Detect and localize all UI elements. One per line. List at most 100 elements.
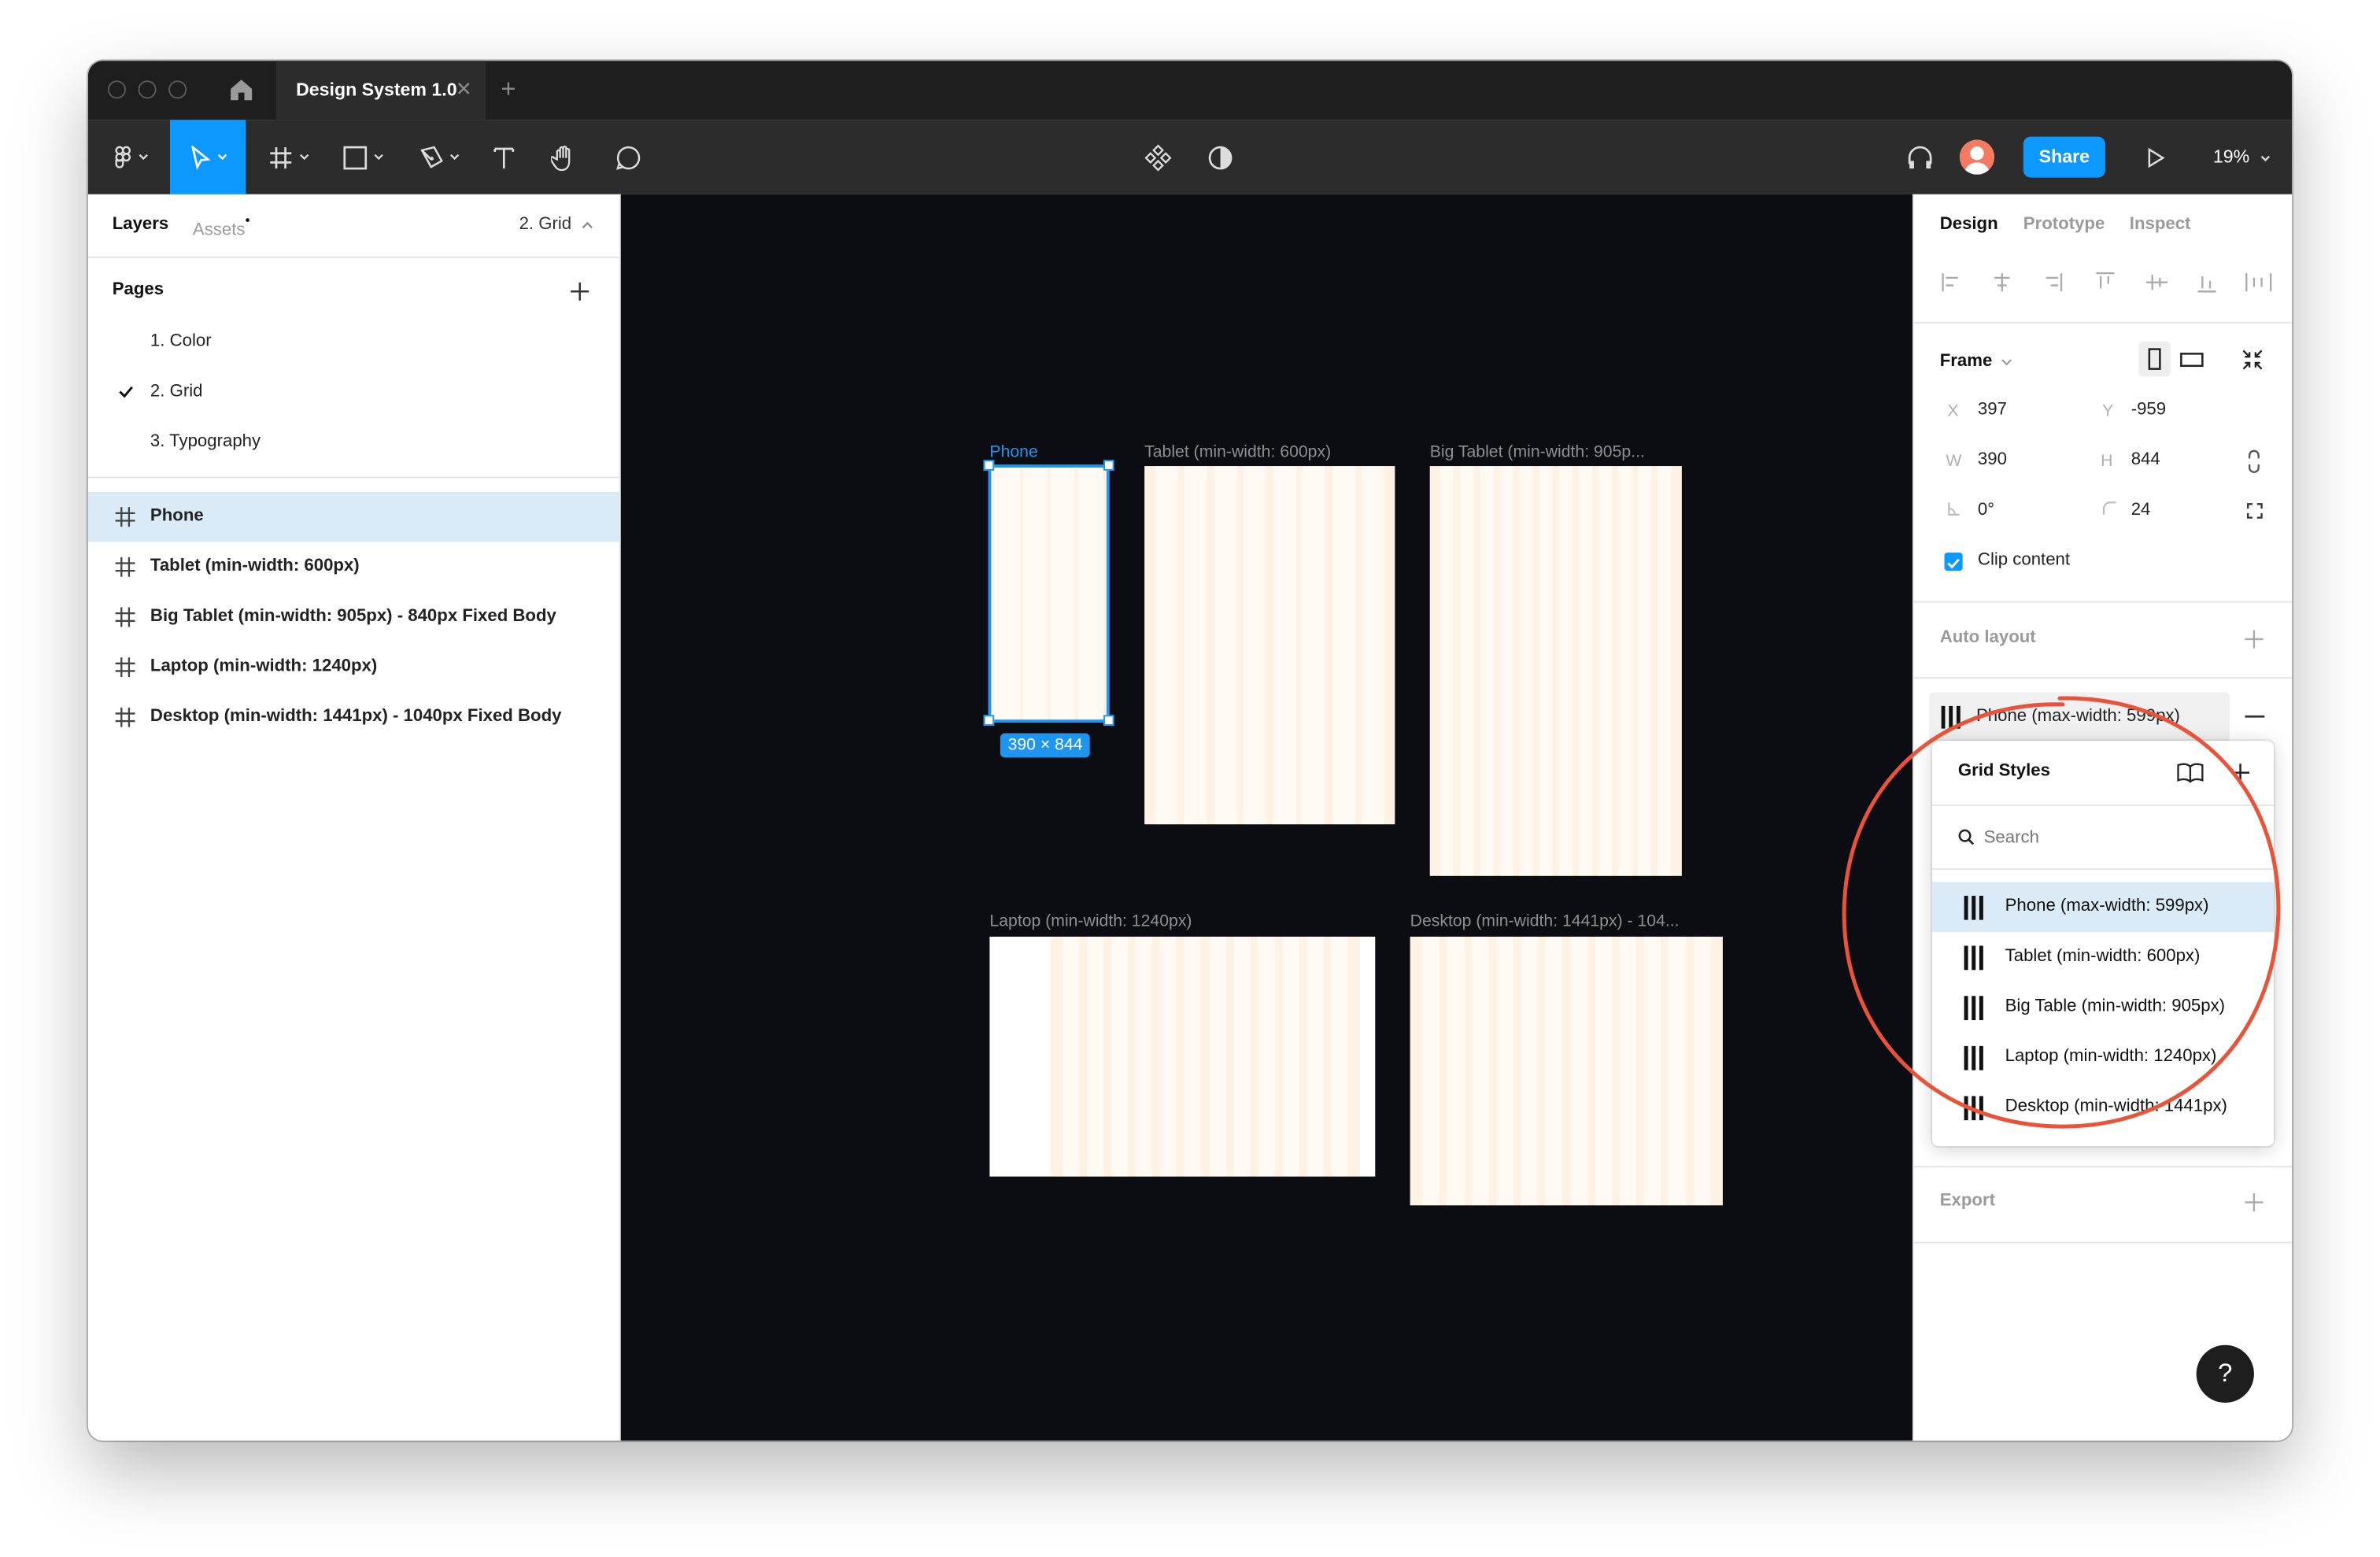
divider xyxy=(1913,321,2293,324)
tab-layers[interactable]: Layers xyxy=(113,216,169,234)
layer-phone[interactable]: Phone xyxy=(87,491,619,542)
grid-column xyxy=(1496,936,1513,1206)
independent-corners-icon[interactable] xyxy=(2246,502,2263,519)
layer-label: Phone xyxy=(150,507,204,526)
comment-tool-button[interactable] xyxy=(610,120,646,194)
clip-content-checkbox[interactable] xyxy=(1944,552,1963,571)
resize-handle[interactable] xyxy=(1103,715,1114,726)
theme-toggle-button[interactable] xyxy=(1202,120,1238,194)
move-tool-button[interactable] xyxy=(169,120,246,194)
layer-big-tablet[interactable]: Big Tablet (min-width: 905px) - 840px Fi… xyxy=(88,592,619,642)
main-menu-button[interactable] xyxy=(100,120,161,194)
grid-column xyxy=(1570,936,1587,1206)
rotation-field[interactable]: 0° xyxy=(1978,501,1994,519)
frame-desktop[interactable] xyxy=(1410,936,1723,1206)
selection-size-badge: 390 × 844 xyxy=(1000,733,1091,758)
grid-column xyxy=(1472,936,1489,1206)
file-tab[interactable]: Design System 1.0 ✕ xyxy=(275,61,486,120)
play-icon xyxy=(2148,146,2165,168)
page-item-grid[interactable]: 2. Grid xyxy=(150,383,203,401)
frame-label-phone[interactable]: Phone xyxy=(989,443,1037,461)
frame-laptop[interactable] xyxy=(989,936,1376,1177)
landscape-icon[interactable] xyxy=(2178,348,2205,372)
h-field[interactable]: 844 xyxy=(2131,451,2160,469)
frame-icon xyxy=(115,707,135,727)
frame-tool-button[interactable] xyxy=(258,120,319,194)
resize-handle[interactable] xyxy=(983,460,995,471)
tab-design[interactable]: Design xyxy=(1940,216,1998,234)
shape-tool-button[interactable] xyxy=(332,120,393,194)
grid-column xyxy=(1447,936,1465,1206)
auto-layout-title: Auto layout xyxy=(1939,628,2036,647)
resize-handle[interactable] xyxy=(983,715,995,726)
grid-column xyxy=(1087,936,1104,1177)
grid-column xyxy=(1306,936,1324,1177)
add-export-icon[interactable] xyxy=(2245,1193,2264,1211)
minimize-window-button[interactable] xyxy=(138,80,157,99)
frame-label-big-tablet[interactable]: Big Tablet (min-width: 905p... xyxy=(1430,443,1645,461)
page-item-typography[interactable]: 3. Typography xyxy=(150,433,261,451)
grid-column xyxy=(1499,466,1513,876)
frame-label-laptop[interactable]: Laptop (min-width: 1240px) xyxy=(989,912,1192,930)
share-button[interactable]: Share xyxy=(2023,136,2105,178)
frame-section-title[interactable]: Frame xyxy=(1940,352,1993,370)
corner-radius-field[interactable]: 24 xyxy=(2131,501,2151,519)
components-button[interactable] xyxy=(1140,120,1176,194)
add-page-icon[interactable] xyxy=(571,282,589,301)
text-tool-button[interactable] xyxy=(486,120,522,194)
frame-icon xyxy=(115,607,135,627)
help-button[interactable]: ? xyxy=(2196,1344,2254,1403)
constrain-proportions-icon[interactable] xyxy=(2246,449,2261,474)
h-label: H xyxy=(2101,452,2113,471)
new-tab-button[interactable]: + xyxy=(501,74,516,105)
canvas[interactable]: Phone 390 × 844 Tablet (min-width: 600px… xyxy=(620,194,1913,1441)
frame-icon xyxy=(115,657,135,678)
zoom-level: 19% xyxy=(2212,146,2250,168)
close-window-button[interactable] xyxy=(107,80,127,99)
tab-prototype[interactable]: Prototype xyxy=(2023,216,2105,234)
hand-icon xyxy=(551,145,571,171)
audio-button[interactable] xyxy=(1901,120,1938,194)
divider xyxy=(1913,677,2293,679)
tab-assets[interactable]: Assets• xyxy=(193,213,250,239)
layer-desktop[interactable]: Desktop (min-width: 1441px) - 1040px Fix… xyxy=(88,692,619,742)
w-field[interactable]: 390 xyxy=(1978,451,2007,469)
y-field[interactable]: -959 xyxy=(2131,401,2166,419)
present-button[interactable] xyxy=(2137,120,2173,194)
chevron-down-icon xyxy=(299,153,309,161)
add-auto-layout-icon[interactable] xyxy=(2245,630,2264,649)
check-icon xyxy=(119,386,133,398)
grid-column xyxy=(1258,936,1275,1177)
check-icon xyxy=(1947,558,1960,569)
current-page-dropdown[interactable]: 2. Grid xyxy=(519,216,593,234)
current-page-label: 2. Grid xyxy=(519,215,572,234)
comment-icon xyxy=(616,145,641,169)
grid-column xyxy=(1619,936,1637,1206)
frame-label-tablet[interactable]: Tablet (min-width: 600px) xyxy=(1144,443,1331,461)
pen-tool-button[interactable] xyxy=(408,120,469,194)
page-item-color[interactable]: 1. Color xyxy=(150,332,212,350)
layer-laptop[interactable]: Laptop (min-width: 1240px) xyxy=(88,642,619,693)
tab-inspect[interactable]: Inspect xyxy=(2130,216,2191,234)
maximize-window-button[interactable] xyxy=(168,80,187,99)
zoom-dropdown[interactable]: 19% xyxy=(2213,146,2271,167)
home-icon[interactable] xyxy=(229,77,253,102)
close-tab-icon[interactable]: ✕ xyxy=(456,77,472,102)
corner-radius-icon xyxy=(2102,501,2116,515)
frame-tablet[interactable] xyxy=(1144,466,1395,825)
pen-icon xyxy=(419,145,442,168)
divider xyxy=(1913,601,2293,603)
layer-tablet[interactable]: Tablet (min-width: 600px) xyxy=(88,542,619,592)
avatar[interactable] xyxy=(1959,139,1995,175)
resize-to-fit-icon[interactable] xyxy=(2241,348,2265,372)
grid-column xyxy=(1519,466,1533,876)
x-field[interactable]: 397 xyxy=(1978,401,2007,419)
frame-label-desktop[interactable]: Desktop (min-width: 1441px) - 104... xyxy=(1410,912,1680,930)
chevron-down-icon xyxy=(2261,155,2271,162)
portrait-orientation-button[interactable] xyxy=(2138,341,2171,377)
frame-icon xyxy=(115,557,135,577)
frame-big-tablet[interactable] xyxy=(1429,466,1682,876)
hand-tool-button[interactable] xyxy=(546,120,582,194)
resize-handle[interactable] xyxy=(1103,460,1114,471)
grid-column xyxy=(1233,936,1251,1177)
